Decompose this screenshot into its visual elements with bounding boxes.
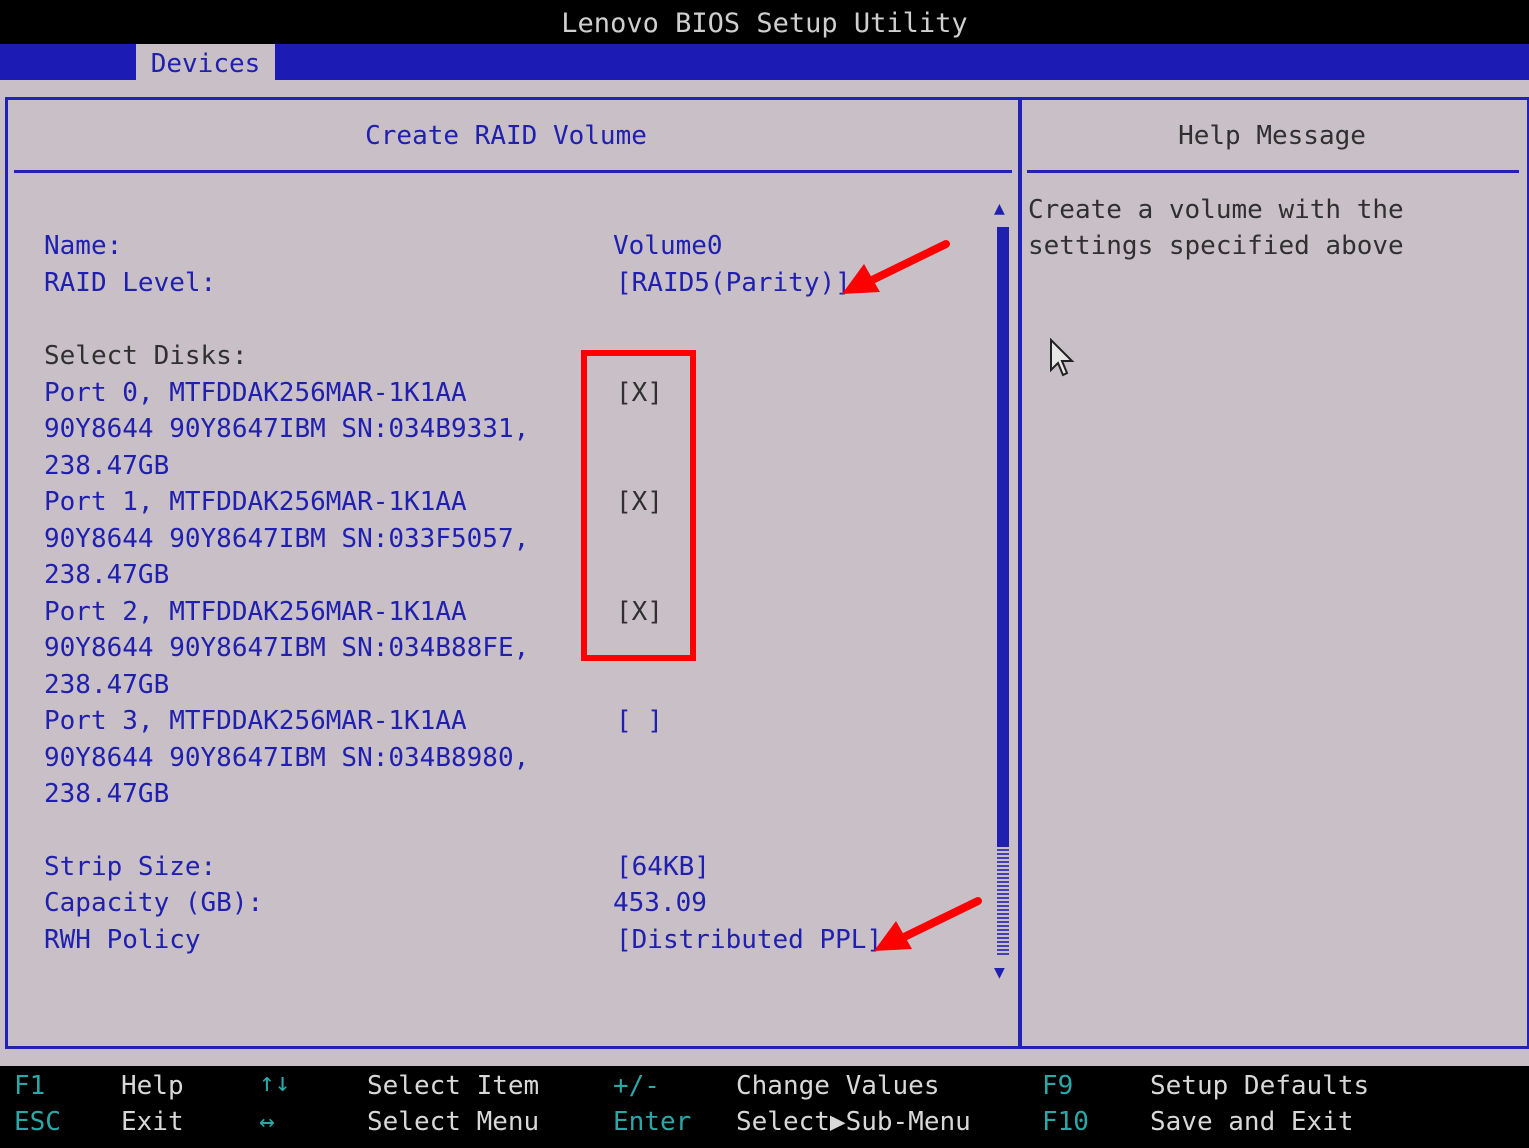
- disk-port-2-line1: Port 2, MTFDDAK256MAR-1K1AA: [44, 597, 467, 627]
- select-disks-label: Select Disks:: [44, 341, 248, 371]
- rwh-policy-label: RWH Policy: [44, 925, 201, 955]
- disk-port-2-line3: 238.47GB: [44, 670, 170, 700]
- disk-port-3-checkbox[interactable]: [ ]: [616, 706, 663, 736]
- disk-port-1-line2: 90Y8644 90Y8647IBM SN:033F5057,: [44, 524, 530, 554]
- key-esc-desc: Exit: [121, 1107, 184, 1137]
- key-up-down-arrows-icon: ↑↓: [259, 1068, 291, 1098]
- key-f1: F1: [14, 1071, 46, 1101]
- disk-port-0-line1: Port 0, MTFDDAK256MAR-1K1AA: [44, 378, 467, 408]
- help-heading-divider: [1027, 170, 1519, 173]
- key-esc: ESC: [14, 1107, 61, 1137]
- key-f9: F9: [1042, 1071, 1074, 1101]
- rwh-policy-select[interactable]: [Distributed PPL]: [616, 925, 882, 955]
- disk-port-1-line3: 238.47GB: [44, 560, 170, 590]
- disk-port-1-line1: Port 1, MTFDDAK256MAR-1K1AA: [44, 487, 467, 517]
- window-title: Lenovo BIOS Setup Utility: [561, 8, 968, 39]
- scroll-up-arrow-icon[interactable]: ▲: [994, 198, 1005, 219]
- disk-port-3-line2: 90Y8644 90Y8647IBM SN:034B8980,: [44, 743, 530, 773]
- raid-level-label: RAID Level:: [44, 268, 217, 298]
- page-title: Create RAID Volume: [365, 121, 647, 151]
- disk-port-3-line3: 238.47GB: [44, 779, 170, 809]
- key-enter: Enter: [613, 1107, 692, 1137]
- annotation-arrow-icon: [842, 240, 950, 294]
- raid-level-select[interactable]: [RAID5(Parity)]: [616, 268, 851, 298]
- name-label: Name:: [44, 231, 123, 261]
- annotation-box-selected-disks: [581, 350, 696, 661]
- disk-port-0-line2: 90Y8644 90Y8647IBM SN:034B9331,: [44, 414, 530, 444]
- key-up-down-desc: Select Item: [367, 1071, 540, 1101]
- key-f10-desc: Save and Exit: [1150, 1107, 1354, 1137]
- disk-port-3-line1: Port 3, MTFDDAK256MAR-1K1AA: [44, 706, 467, 736]
- tab-devices[interactable]: Devices: [136, 44, 275, 80]
- key-f10: F10: [1042, 1107, 1089, 1137]
- help-text-line2: settings specified above: [1028, 231, 1404, 261]
- main-heading-divider: [14, 170, 1012, 173]
- key-plus-minus-desc: Change Values: [736, 1071, 940, 1101]
- name-field[interactable]: Volume0: [613, 231, 723, 261]
- mouse-cursor-icon: [1050, 338, 1075, 377]
- strip-size-label: Strip Size:: [44, 852, 217, 882]
- help-text-line1: Create a volume with the: [1028, 195, 1404, 225]
- disk-port-0-line3: 238.47GB: [44, 451, 170, 481]
- key-left-right-desc: Select Menu: [367, 1107, 540, 1137]
- scroll-down-arrow-icon[interactable]: ▼: [994, 962, 1005, 983]
- key-f1-desc: Help: [121, 1071, 184, 1101]
- annotation-arrow-icon: [874, 897, 982, 951]
- key-f9-desc: Setup Defaults: [1150, 1071, 1370, 1101]
- capacity-field[interactable]: 453.09: [613, 888, 707, 918]
- help-heading: Help Message: [1178, 121, 1366, 151]
- disk-port-2-line2: 90Y8644 90Y8647IBM SN:034B88FE,: [44, 633, 530, 663]
- scrollbar-thumb[interactable]: [997, 227, 1009, 847]
- key-plus-minus: +/-: [613, 1071, 660, 1101]
- strip-size-select[interactable]: [64KB]: [616, 852, 710, 882]
- scrollbar-track[interactable]: [997, 847, 1009, 955]
- capacity-label: Capacity (GB):: [44, 888, 264, 918]
- key-left-right-arrows-icon: ↔: [259, 1107, 275, 1137]
- key-enter-desc: Select▶Sub-Menu: [736, 1107, 971, 1137]
